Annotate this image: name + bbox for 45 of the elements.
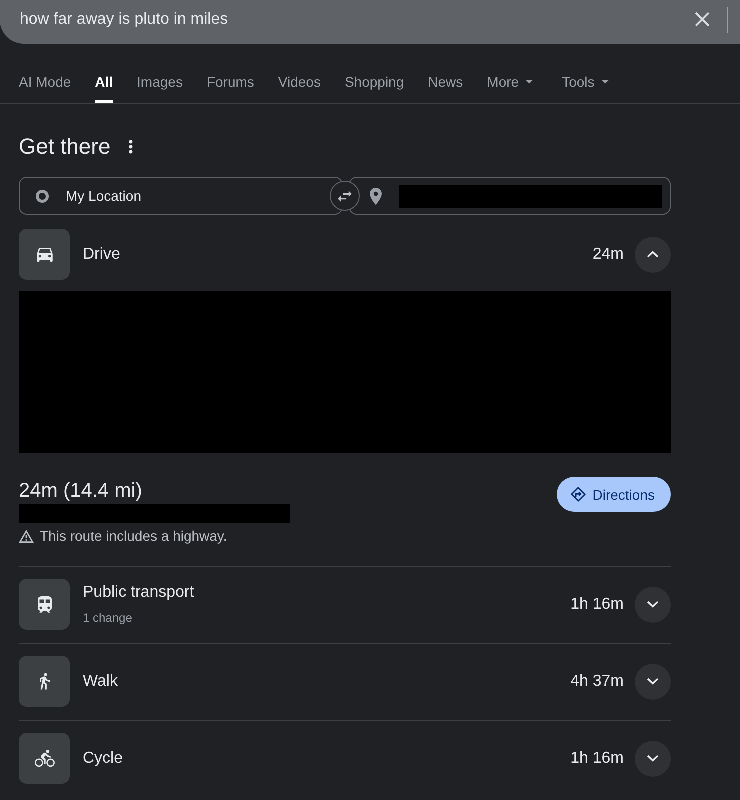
search-input[interactable]: how far away is pluto in miles bbox=[20, 10, 695, 30]
travel-time: 4h 37m bbox=[570, 672, 624, 692]
ring-icon bbox=[36, 190, 49, 202]
destination-field[interactable] bbox=[349, 177, 671, 215]
mode-label: Public transport bbox=[83, 583, 194, 603]
kebab-menu-icon[interactable] bbox=[128, 140, 133, 154]
car-icon bbox=[19, 229, 70, 280]
route-warning: This route includes a highway. bbox=[40, 527, 228, 545]
tab[interactable]: News bbox=[428, 72, 464, 103]
tab[interactable]: Images bbox=[137, 72, 183, 103]
chevron-down-icon bbox=[647, 755, 659, 762]
tab[interactable]: Forums bbox=[206, 72, 254, 103]
mode-label: Walk bbox=[83, 672, 118, 692]
close-icon[interactable] bbox=[695, 12, 710, 27]
mode-label: Drive bbox=[83, 244, 120, 264]
directions-icon bbox=[570, 487, 586, 502]
chevron-up-icon bbox=[647, 251, 659, 258]
expand-button[interactable] bbox=[635, 740, 671, 776]
bicycle-icon bbox=[19, 733, 70, 784]
origin-field[interactable]: My Location bbox=[19, 177, 343, 215]
warning-icon bbox=[19, 530, 34, 542]
expand-button[interactable] bbox=[635, 664, 671, 700]
tab[interactable]: Videos bbox=[278, 72, 321, 103]
travel-time: 1h 16m bbox=[570, 594, 624, 614]
walking-person-icon bbox=[19, 656, 70, 707]
expand-button[interactable] bbox=[635, 586, 671, 622]
pin-icon bbox=[370, 188, 382, 204]
train-icon bbox=[19, 579, 70, 630]
mode-detail: 1 change bbox=[83, 610, 134, 626]
expand-button[interactable] bbox=[635, 236, 671, 272]
tab[interactable]: Shopping bbox=[344, 72, 404, 103]
chevron-down-icon bbox=[647, 601, 659, 608]
tab[interactable]: AI Mode bbox=[19, 72, 72, 103]
route-summary: 24m (14.4 mi) bbox=[19, 479, 144, 503]
tab[interactable]: More bbox=[487, 72, 534, 103]
tab[interactable]: All bbox=[95, 72, 114, 103]
chevron-down-icon bbox=[647, 678, 659, 685]
directions-button[interactable]: Directions bbox=[556, 477, 671, 512]
swap-icon bbox=[338, 190, 352, 202]
tab[interactable]: Tools bbox=[562, 72, 609, 103]
swap-button[interactable] bbox=[330, 181, 360, 211]
travel-time: 24m bbox=[592, 244, 624, 264]
mode-label: Cycle bbox=[83, 748, 124, 768]
travel-time: 1h 16m bbox=[570, 748, 624, 768]
section-title: Get there bbox=[19, 133, 111, 161]
